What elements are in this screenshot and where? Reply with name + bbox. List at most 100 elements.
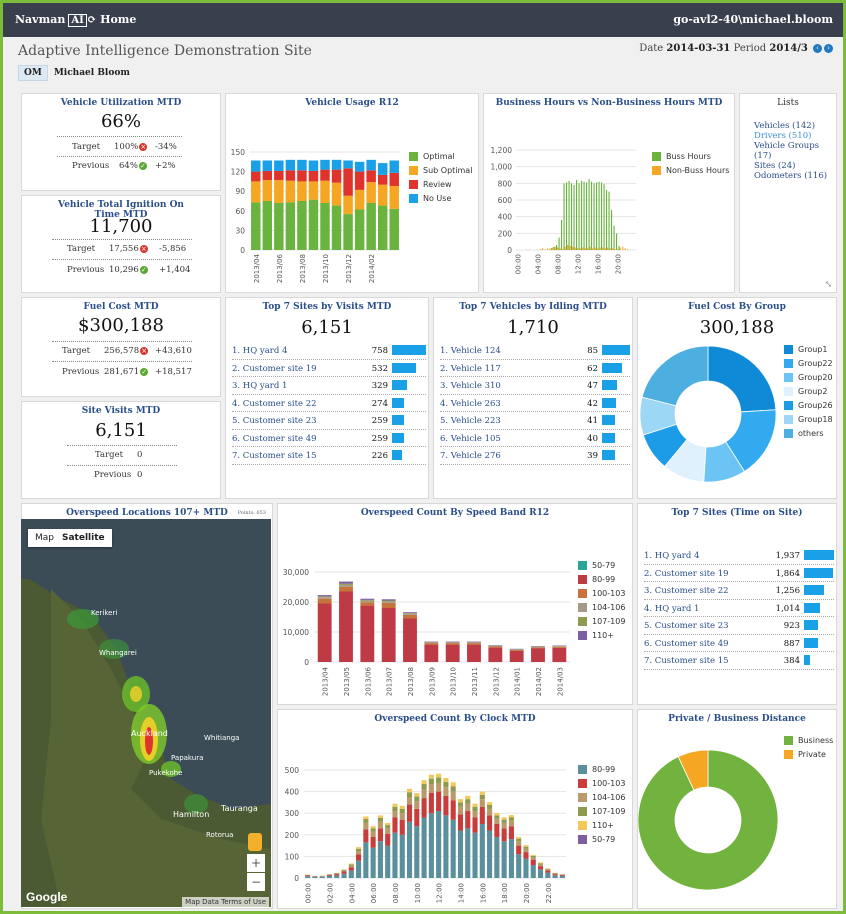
list-row[interactable]: 1. HQ yard 4 758	[232, 342, 426, 360]
list-row[interactable]: 2. Customer site 19 532	[232, 360, 426, 377]
satellite-button[interactable]: Satellite	[62, 533, 105, 543]
legend-item[interactable]: 104-106	[578, 793, 625, 802]
brand-logo[interactable]: Navman AI	[15, 13, 87, 27]
list-row[interactable]: 1. Vehicle 124 85	[440, 342, 630, 360]
legend-label: Optimal	[423, 152, 455, 161]
list-link-sites[interactable]: Sites (24)	[754, 161, 836, 171]
list-row[interactable]: 3. Customer site 22 1,256	[644, 582, 834, 600]
map-footer[interactable]: Map Data Terms of Use	[182, 897, 269, 907]
list-row[interactable]: 4. Customer site 22 274	[232, 395, 426, 412]
list-row[interactable]: 5. Customer site 23 923	[644, 617, 834, 635]
legend-item[interactable]: others	[784, 429, 833, 438]
bar-segment	[339, 584, 353, 587]
legend-item[interactable]: 100-103	[578, 779, 625, 788]
list-row[interactable]: 7. Customer site 15 226	[232, 447, 426, 465]
bar-segment	[508, 826, 514, 840]
list-row[interactable]: 3. Vehicle 310 47	[440, 377, 630, 395]
legend-item[interactable]: Sub Optimal	[409, 166, 472, 175]
legend-item[interactable]: Group2	[784, 387, 833, 396]
legend-item[interactable]: Group18	[784, 415, 833, 424]
legend-item[interactable]: No Use	[409, 194, 472, 203]
bar-segment	[308, 160, 319, 171]
bar-segment	[354, 171, 365, 190]
list-row[interactable]: 2. Vehicle 117 62	[440, 360, 630, 377]
user-tag[interactable]: OM	[18, 65, 48, 81]
list-row[interactable]: 4. HQ yard 1 1,014	[644, 600, 834, 617]
zoom-out-button[interactable]: −	[247, 873, 265, 891]
x-tick-label: 2014/02	[535, 667, 543, 696]
pegman-icon[interactable]	[248, 833, 262, 851]
expand-icon[interactable]: ⤡	[824, 280, 832, 290]
list-link-vehicle-groups[interactable]: Vehicle Groups (17)	[754, 141, 836, 161]
previous-value: 64%	[119, 161, 138, 171]
legend-item[interactable]: Review	[409, 180, 472, 189]
legend-item[interactable]: Optimal	[409, 152, 472, 161]
list-row[interactable]: 3. HQ yard 1 329	[232, 377, 426, 395]
y-tick-label: 20,000	[283, 598, 309, 607]
legend-item[interactable]: Group22	[784, 359, 833, 368]
list-link-drivers[interactable]: Drivers (510)	[754, 131, 836, 141]
bar	[562, 249, 564, 250]
user-menu[interactable]: go-avl2-40\michael.bloom	[673, 13, 833, 26]
list-row[interactable]: 2. Customer site 19 1,864	[644, 565, 834, 582]
list-row[interactable]: 4. Vehicle 263 42	[440, 395, 630, 412]
legend-item[interactable]: 100-103	[578, 589, 625, 598]
legend-item[interactable]: 104-106	[578, 603, 625, 612]
legend-item[interactable]: Group26	[784, 401, 833, 410]
map-type-toggle[interactable]: Map Satellite	[28, 529, 112, 547]
legend-item[interactable]: 110+	[578, 821, 625, 830]
bar-segment	[450, 819, 456, 878]
legend-item[interactable]: 50-79	[578, 835, 625, 844]
list-row[interactable]: 6. Vehicle 105 40	[440, 430, 630, 447]
legend-swatch	[652, 152, 661, 161]
panel-title: Vehicle Utilization MTD	[60, 98, 182, 108]
list-row[interactable]: 7. Vehicle 276 39	[440, 447, 630, 465]
list-row[interactable]: 6. Customer site 49 887	[644, 635, 834, 652]
target-label: Target	[62, 346, 91, 356]
bar	[561, 220, 563, 250]
list-link-odometers[interactable]: Odometers (116)	[754, 171, 836, 181]
bar-segment	[403, 614, 417, 619]
next-period-icon[interactable]: ›	[824, 44, 833, 53]
list-link-vehicles[interactable]: Vehicles (142)	[754, 121, 836, 131]
legend-label: 100-103	[592, 589, 626, 598]
legend-item[interactable]: Group1	[784, 345, 833, 354]
bar-segment	[443, 777, 449, 782]
home-link[interactable]: ⟳ Home	[87, 13, 136, 26]
list-row[interactable]: 5. Customer site 23 259	[232, 412, 426, 430]
legend-item[interactable]: Private	[784, 750, 833, 759]
bar-segment	[308, 199, 319, 250]
list-row[interactable]: 6. Customer site 49 259	[232, 430, 426, 447]
zoom-in-button[interactable]: +	[247, 854, 265, 872]
legend-item[interactable]: Buss Hours	[652, 152, 729, 161]
legend-item[interactable]: Group20	[784, 373, 833, 382]
bar-segment	[312, 876, 318, 878]
list-row-bar	[804, 567, 833, 578]
legend-label: 104-106	[592, 603, 626, 612]
target-label: Target	[67, 244, 96, 254]
legend-item[interactable]: 107-109	[578, 617, 625, 626]
legend-item[interactable]: 80-99	[578, 765, 625, 774]
legend-label: 107-109	[592, 807, 626, 816]
legend-item[interactable]: 80-99	[578, 575, 625, 584]
bar-segment	[457, 830, 464, 878]
bar-segment	[545, 870, 551, 873]
map-view[interactable]: Kerikeri Whangarei Auckland Whitianga Pa…	[21, 519, 271, 907]
legend-item[interactable]: Business	[784, 736, 833, 745]
bar	[587, 248, 589, 250]
bar-segment	[381, 601, 396, 603]
bar-segment	[516, 854, 522, 878]
legend-item[interactable]: 110+	[578, 631, 625, 640]
list-row[interactable]: 5. Vehicle 223 41	[440, 412, 630, 430]
list-row-bar	[392, 397, 405, 408]
legend-item[interactable]: Non-Buss Hours	[652, 166, 729, 175]
legend-item[interactable]: 50-79	[578, 561, 625, 570]
legend-item[interactable]: 107-109	[578, 807, 625, 816]
list-row[interactable]: 1. HQ yard 4 1,937	[644, 547, 834, 565]
list-row[interactable]: 7. Customer site 15 384	[644, 652, 834, 670]
legend-label: 100-103	[592, 779, 626, 788]
prev-period-icon[interactable]: ‹	[813, 44, 822, 53]
legend-label: Group18	[798, 415, 833, 424]
x-tick-label: 02:00	[326, 883, 334, 903]
map-button[interactable]: Map	[35, 533, 54, 543]
